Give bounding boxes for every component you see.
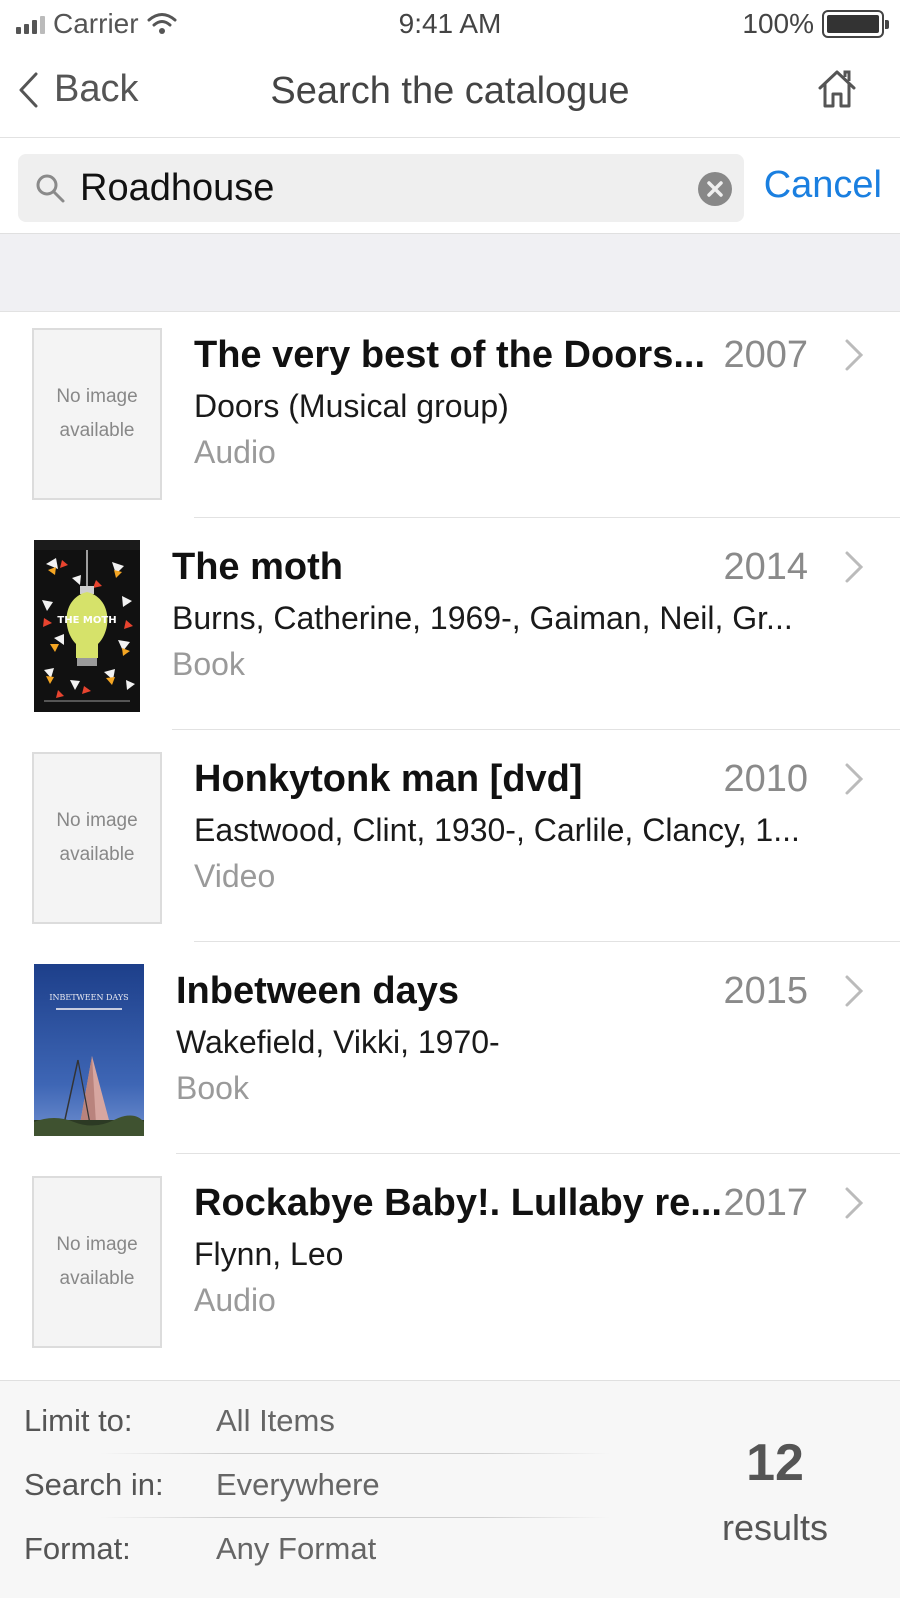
search-in-label: Search in: xyxy=(24,1467,164,1502)
book-cover-image: THE MOTH xyxy=(34,540,140,712)
chevron-right-icon xyxy=(845,763,864,795)
no-image-placeholder: No image available xyxy=(32,752,162,924)
cover-text: INBETWEEN DAYS xyxy=(49,993,128,1002)
battery-percent: 100% xyxy=(742,8,814,39)
search-input[interactable] xyxy=(80,154,680,222)
chevron-right-icon xyxy=(845,975,864,1007)
search-icon xyxy=(36,174,65,203)
nav-bar: Back Search the catalogue xyxy=(0,52,900,138)
no-image-placeholder: No image available xyxy=(32,328,162,500)
result-item[interactable]: No image available The very best of the … xyxy=(0,312,900,528)
result-year: 2014 xyxy=(723,546,808,588)
no-image-placeholder: No image available xyxy=(32,1176,162,1348)
results-header-band xyxy=(0,234,900,312)
result-item[interactable]: No image available Rockabye Baby!. Lulla… xyxy=(0,1160,900,1376)
cancel-button[interactable]: Cancel xyxy=(764,164,882,207)
battery-group: 100% xyxy=(742,8,889,40)
result-year: 2015 xyxy=(723,970,808,1012)
limit-to-label: Limit to: xyxy=(24,1403,133,1438)
no-image-text: No image xyxy=(56,1234,138,1255)
home-icon[interactable] xyxy=(816,68,858,110)
cover-text: THE MOTH xyxy=(57,615,116,626)
result-title: Inbetween days xyxy=(176,970,459,1012)
results-count-label: results xyxy=(721,1507,829,1548)
divider xyxy=(100,1453,610,1454)
result-author: Eastwood, Clint, 1930-, Carlile, Clancy,… xyxy=(194,812,800,848)
result-format: Audio xyxy=(194,434,276,470)
page-title: Search the catalogue xyxy=(270,70,630,112)
result-title: Honkytonk man [dvd] xyxy=(194,758,583,800)
result-author: Doors (Musical group) xyxy=(194,388,509,424)
result-author: Flynn, Leo xyxy=(194,1236,344,1272)
divider xyxy=(100,1517,610,1518)
divider xyxy=(176,1153,900,1154)
no-image-text: available xyxy=(59,1268,135,1289)
divider xyxy=(172,729,900,730)
chevron-right-icon xyxy=(845,551,864,583)
search-field[interactable] xyxy=(18,154,744,222)
result-format: Audio xyxy=(194,1282,276,1318)
book-cover-image: INBETWEEN DAYS xyxy=(34,964,144,1136)
no-image-text: No image xyxy=(56,810,138,831)
result-format: Book xyxy=(176,1070,249,1106)
search-filters-panel: Limit to: All Items Search in: Everywher… xyxy=(0,1380,900,1598)
result-year: 2007 xyxy=(723,334,808,376)
results-count: 12 xyxy=(746,1434,804,1492)
result-title: The moth xyxy=(172,546,343,588)
result-year: 2017 xyxy=(723,1182,808,1224)
result-format: Video xyxy=(194,858,276,894)
limit-to-value[interactable]: All Items xyxy=(216,1403,335,1439)
chevron-right-icon xyxy=(845,1187,864,1219)
format-label: Format: xyxy=(24,1531,131,1566)
result-title: The very best of the Doors... xyxy=(194,334,705,376)
divider xyxy=(194,941,900,942)
divider xyxy=(194,517,900,518)
status-bar: Carrier 9:41 AM 100% xyxy=(0,0,900,52)
chevron-right-icon xyxy=(845,339,864,371)
result-author: Wakefield, Vikki, 1970- xyxy=(176,1024,500,1060)
no-image-text: available xyxy=(59,844,135,865)
result-format: Book xyxy=(172,646,245,682)
result-item[interactable]: INBETWEEN DAYS Inbetween days 2015 Wakef… xyxy=(0,948,900,1164)
search-bar: Cancel xyxy=(0,138,900,234)
no-image-text: available xyxy=(59,420,135,441)
result-item[interactable]: THE MOTH The moth 2014 Burns, Catherine,… xyxy=(0,524,900,740)
search-in-value[interactable]: Everywhere xyxy=(216,1467,380,1503)
format-value[interactable]: Any Format xyxy=(216,1531,376,1567)
battery-icon xyxy=(822,10,889,38)
no-image-text: No image xyxy=(56,386,138,407)
result-title: Rockabye Baby!. Lullaby re... xyxy=(194,1182,722,1224)
clear-icon[interactable] xyxy=(698,172,732,206)
result-author: Burns, Catherine, 1969-, Gaiman, Neil, G… xyxy=(172,600,793,636)
result-year: 2010 xyxy=(723,758,808,800)
result-item[interactable]: No image available Honkytonk man [dvd] 2… xyxy=(0,736,900,952)
